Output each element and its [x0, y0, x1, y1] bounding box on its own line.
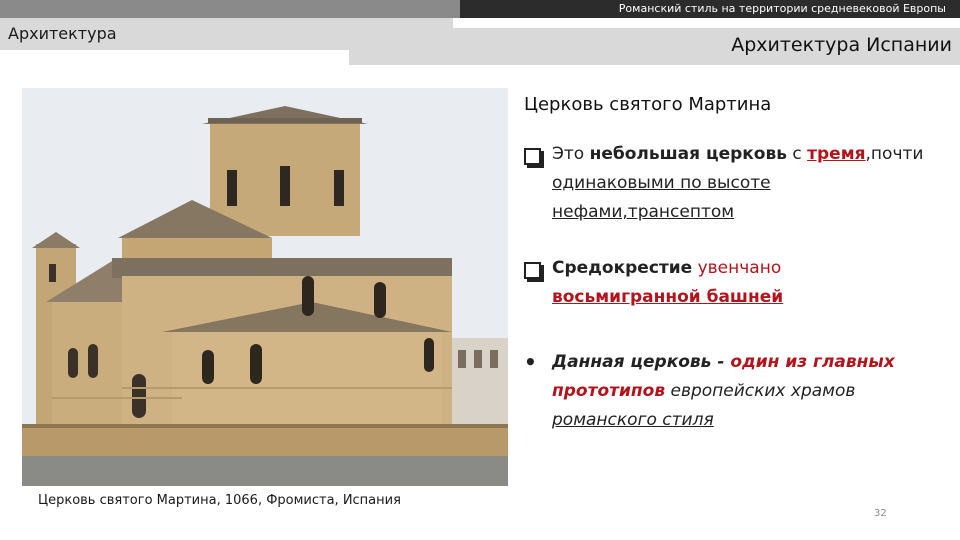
photo-caption: Церковь святого Мартина, 1066, Фромиста,… — [38, 493, 401, 508]
content-heading: Церковь святого Мартина — [524, 94, 772, 115]
bullet-2-part-3: восьмигранной башней — [552, 287, 784, 307]
bullet-1-part-6: одинаковыми по высоте нефами,трансептом — [552, 173, 771, 222]
bullet-1-part-5: ,почти — [865, 144, 924, 164]
bullet-point-1-text: Это небольшая церковь с тремя,почти один… — [552, 140, 944, 227]
bullet-3-part-3: европейских храмов — [665, 381, 856, 401]
church-illustration — [22, 88, 508, 486]
bullet-point-2: Средокрестие увенчано восьмигранной башн… — [524, 254, 944, 312]
bullet-3-part-4: романского стиля — [552, 410, 714, 430]
topic-band: Архитектура Испании — [349, 28, 960, 65]
church-photo — [22, 88, 508, 486]
bullet-point-2-text: Средокрестие увенчано восьмигранной башн… — [552, 254, 944, 312]
bullet-2-part-1: Средокрестие — [552, 258, 693, 278]
bullet-1-part-3: с — [787, 144, 808, 164]
bullet-2-part-2: увенчано — [692, 258, 782, 278]
slide-subtitle: Романский стиль на территории средневеко… — [618, 2, 946, 15]
bullet-1-part-4: тремя — [807, 144, 866, 164]
bullet-1-part-2: небольшая церковь — [589, 144, 787, 164]
bullet-1-part-1: Это — [552, 144, 590, 164]
top-strip: Романский стиль на территории средневеко… — [0, 0, 960, 18]
top-strip-light-segment — [0, 0, 460, 18]
round-bullet-icon: • — [524, 350, 537, 374]
page-number: 32 — [874, 508, 887, 519]
bullet-point-1: Это небольшая церковь с тремя,почти один… — [524, 140, 944, 227]
checkbox-bullet-icon — [524, 140, 541, 175]
topic-title: Архитектура Испании — [731, 34, 952, 56]
checkbox-bullet-icon — [524, 254, 541, 289]
section-label: Архитектура — [8, 24, 117, 43]
bullet-point-3: • Данная церковь - один из главных прото… — [524, 348, 944, 435]
bullet-3-part-1: Данная церковь - — [552, 352, 731, 372]
bullet-point-3-text: Данная церковь - один из главных прототи… — [552, 348, 944, 435]
